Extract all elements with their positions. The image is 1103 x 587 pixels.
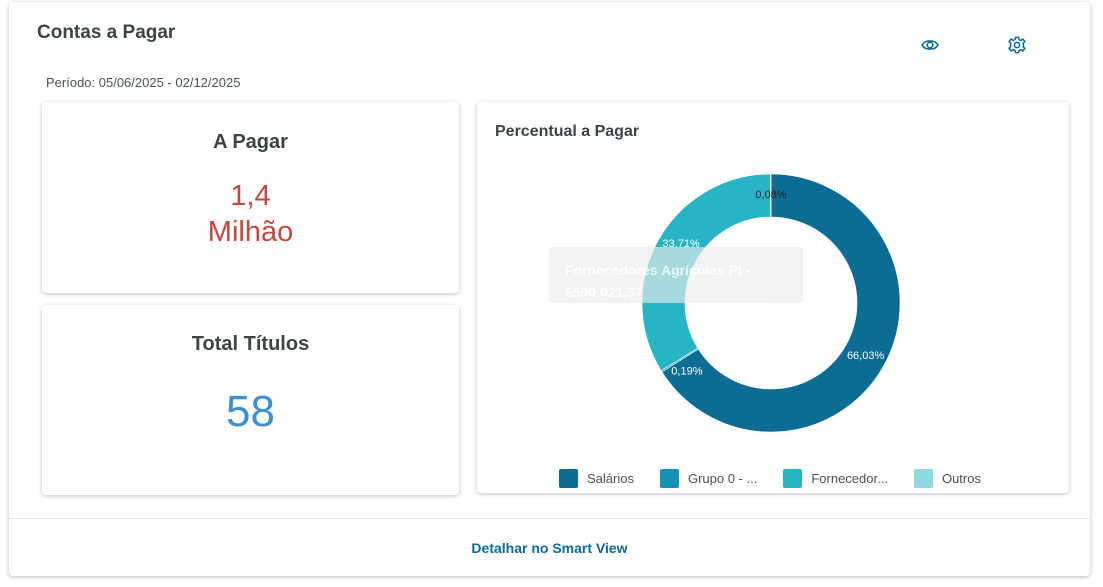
legend-item-outros[interactable]: Outros [913, 469, 981, 488]
footer-divider [9, 518, 1090, 519]
a-pagar-card: A Pagar 1,4 Milhão [42, 102, 459, 293]
legend-item-salarios[interactable]: Salários [559, 469, 634, 488]
chart-tooltip: Fornecedores Agrícolas PI - $500.021,37 [549, 247, 803, 303]
a-pagar-title: A Pagar [213, 131, 288, 153]
legend-swatch [913, 469, 933, 488]
slice-label-salarios: 66,03% [847, 350, 885, 362]
eye-icon-graphic [921, 40, 939, 50]
legend-label: Outros [941, 471, 981, 486]
a-pagar-value-unit: Milhão [207, 216, 294, 248]
legend-label: Fornecedor... [811, 471, 888, 486]
gear-icon-graphic [1008, 36, 1026, 54]
eye-icon[interactable] [919, 34, 941, 56]
legend-swatch [783, 469, 803, 488]
widget-title: Contas a Pagar [37, 22, 176, 43]
contas-a-pagar-widget: Contas a Pagar Período: 05/06/2025 - 02/… [9, 2, 1090, 576]
legend-swatch [559, 469, 578, 488]
percentual-a-pagar-card: Percentual a Pagar 66,03% 0,19% 33,71% 0,08… [477, 102, 1069, 493]
legend-swatch [659, 469, 679, 488]
gear-icon[interactable] [1006, 34, 1028, 56]
slice-label-outros: 0,08% [755, 189, 786, 201]
legend-label: Grupo 0 - ... [687, 471, 758, 486]
detalhar-smart-view-link[interactable]: Detalhar no Smart View [9, 540, 1090, 556]
legend-item-fornecedores[interactable]: Fornecedor... [783, 469, 888, 488]
legend-label: Salários [587, 471, 634, 486]
tooltip-line-1: Fornecedores Agrícolas PI - [565, 262, 751, 278]
tooltip-line-2: $500.021,37 [565, 284, 643, 300]
period-text: Período: 05/06/2025 - 02/12/2025 [46, 75, 241, 90]
chart-legend: Salários Grupo 0 - ... Fornecedor... Out… [559, 469, 1007, 488]
a-pagar-value-number: 1,4 [230, 180, 271, 212]
slice-label-grupo-0: 0,19% [671, 366, 702, 378]
total-titulos-card: Total Títulos 58 [42, 305, 459, 495]
total-titulos-title: Total Títulos [191, 333, 310, 355]
legend-item-grupo-0[interactable]: Grupo 0 - ... [659, 469, 758, 488]
total-titulos-value: 58 [226, 387, 275, 436]
